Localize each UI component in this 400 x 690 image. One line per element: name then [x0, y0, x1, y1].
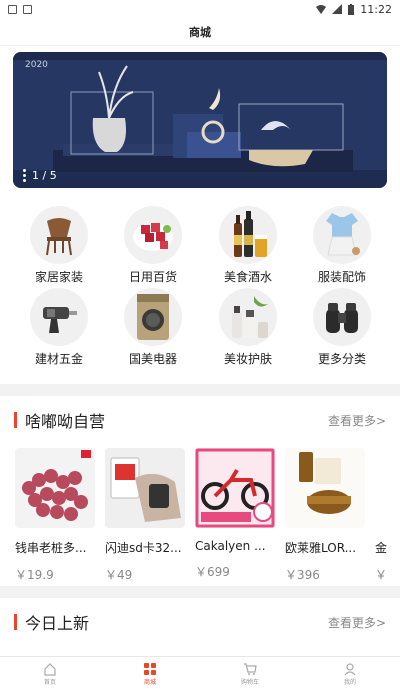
category-label: 家居家装 — [34, 270, 83, 284]
battery-icon — [348, 3, 355, 15]
category-item-clothing[interactable]: 服装配饰 — [302, 206, 382, 285]
product-card[interactable]: 金 ￥ — [375, 448, 400, 583]
product-name: Cakalyen ... — [195, 539, 266, 553]
product-price: ￥49 — [105, 568, 133, 582]
category-label: 更多分类 — [317, 352, 366, 366]
section-header: 今日上新 查看更多> — [14, 610, 386, 634]
tab-label: 商城 — [143, 678, 156, 686]
beer-bottles-icon — [219, 206, 277, 264]
banner-image — [13, 52, 387, 188]
banner-year: 2020 — [25, 60, 48, 70]
product-image — [285, 448, 365, 528]
washing-machine-icon — [124, 288, 182, 346]
category-item-food[interactable]: 美食酒水 — [208, 206, 288, 285]
product-price: ￥ — [375, 568, 388, 582]
user-icon — [344, 662, 356, 675]
section-accent-bar — [14, 412, 17, 428]
product-price: ￥699 — [195, 565, 230, 579]
category-item-home[interactable]: 家居家装 — [19, 206, 99, 285]
tab-home[interactable]: 首页 — [0, 657, 100, 690]
section-header: 啥嘟呦自营 查看更多> — [14, 408, 386, 432]
product-image — [375, 448, 400, 528]
drill-icon — [30, 288, 88, 346]
section-self-operated: 啥嘟呦自营 查看更多> 钱串老桩多... ￥19.9 闪迪sd卡32... ￥4… — [0, 396, 400, 586]
category-item-daily[interactable]: 日用百货 — [113, 206, 193, 285]
meat-plate-icon — [124, 206, 182, 264]
notification-icon-2 — [23, 4, 32, 14]
banner-page-indicator: 1 / 5 — [32, 169, 57, 182]
section-accent-bar — [14, 614, 17, 630]
notification-icon — [8, 4, 17, 14]
status-bar: 11:22 — [0, 0, 400, 18]
shop-grid-icon — [144, 662, 156, 675]
tab-shop[interactable]: 商城 — [100, 657, 200, 690]
section-today-new: 今日上新 查看更多> — [0, 598, 400, 656]
banner-counter: 1 / 5 — [23, 169, 57, 182]
product-name: 欧莱雅LOR... — [285, 541, 357, 555]
category-label: 日用百货 — [128, 270, 177, 284]
product-card[interactable]: 闪迪sd卡32... ￥49 — [105, 448, 185, 583]
product-price: ￥396 — [285, 568, 320, 582]
view-more-link[interactable]: 查看更多> — [328, 614, 386, 631]
category-label: 服装配饰 — [317, 270, 366, 284]
product-card[interactable]: Cakalyen ... ￥699 — [195, 448, 275, 580]
section-title-text: 今日上新 — [25, 614, 90, 633]
banner-carousel[interactable]: 2020 1 / 5 — [13, 52, 387, 188]
category-label: 美食酒水 — [223, 270, 272, 284]
category-grid: 家居家装 日用百货 美食酒水 服装配饰 建材五金 国美电器 美妆护肤 更多分类 — [0, 194, 400, 384]
menu-dots-icon — [23, 169, 26, 182]
product-card[interactable]: 欧莱雅LOR... ￥396 — [285, 448, 365, 583]
bottom-tab-bar: 首页 商城 购物车 我的 — [0, 656, 400, 690]
tab-label: 首页 — [43, 678, 56, 686]
section-title-text: 啥嘟呦自营 — [25, 412, 106, 431]
product-price: ￥19.9 — [15, 568, 54, 582]
home-icon — [44, 662, 56, 676]
page-title: 商城 — [189, 25, 211, 39]
binoculars-icon — [313, 288, 371, 346]
category-item-appliances[interactable]: 国美电器 — [113, 288, 193, 367]
status-time: 11:22 — [360, 2, 392, 16]
product-image — [195, 448, 275, 528]
tab-label: 购物车 — [240, 678, 259, 686]
tab-profile[interactable]: 我的 — [300, 657, 400, 690]
category-item-beauty[interactable]: 美妆护肤 — [208, 288, 288, 367]
tab-label: 我的 — [343, 678, 356, 686]
category-label: 建材五金 — [34, 352, 83, 366]
product-name: 金 — [375, 541, 388, 555]
view-more-link[interactable]: 查看更多> — [328, 412, 386, 429]
page-title-bar: 商城 — [0, 18, 400, 46]
cosmetics-icon — [219, 288, 277, 346]
product-image — [105, 448, 185, 528]
tab-cart[interactable]: 购物车 — [200, 657, 300, 690]
chair-icon — [30, 206, 88, 264]
category-item-hardware[interactable]: 建材五金 — [19, 288, 99, 367]
section-title: 今日上新 — [14, 610, 89, 634]
section-title: 啥嘟呦自营 — [14, 408, 105, 432]
cart-icon — [244, 662, 257, 675]
product-name: 钱串老桩多... — [15, 541, 87, 555]
category-label: 国美电器 — [128, 352, 177, 366]
signal-icon — [332, 4, 343, 14]
category-item-more[interactable]: 更多分类 — [302, 288, 382, 367]
product-name: 闪迪sd卡32... — [105, 541, 182, 555]
wifi-icon — [316, 5, 327, 14]
product-card[interactable]: 钱串老桩多... ￥19.9 — [15, 448, 95, 583]
product-image — [15, 448, 95, 528]
category-label: 美妆护肤 — [223, 352, 272, 366]
clothing-icon — [313, 206, 371, 264]
banner-container: 2020 1 / 5 — [0, 46, 400, 194]
